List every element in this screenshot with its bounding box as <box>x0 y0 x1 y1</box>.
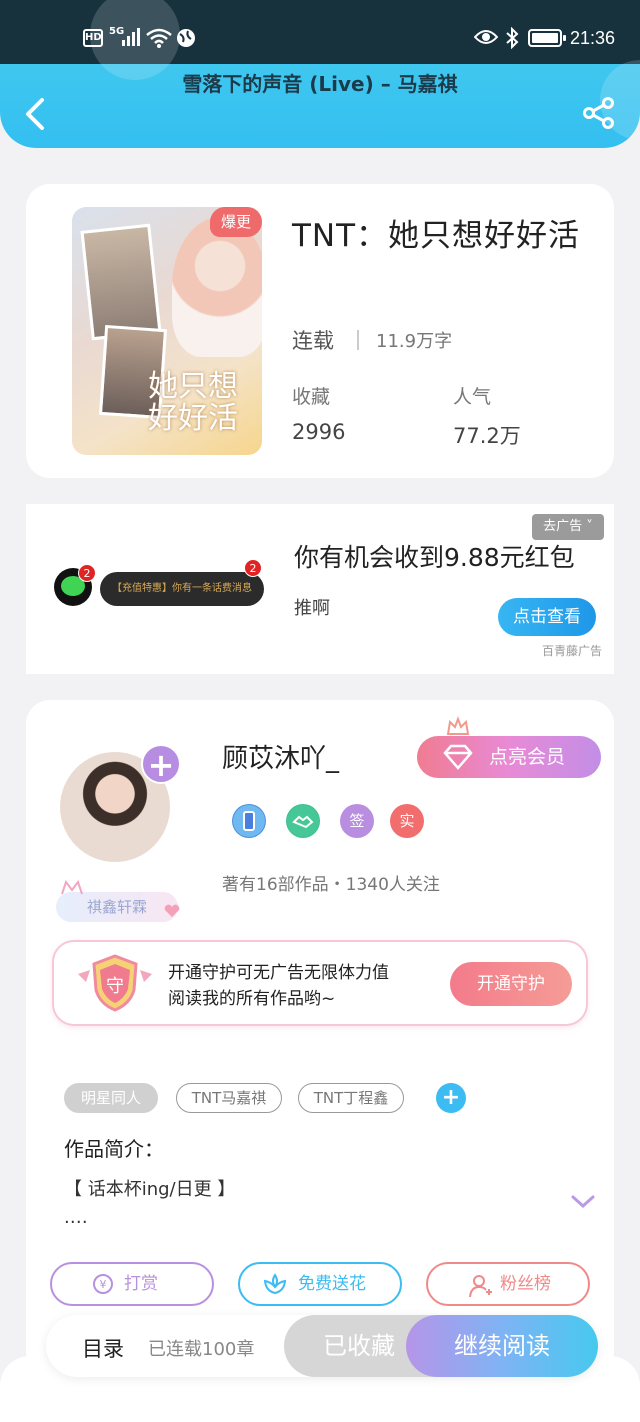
popularity-label: 人气 <box>453 386 492 408</box>
status-bar: HD 5G 21:36 <box>0 0 640 64</box>
svg-text:守: 守 <box>106 976 124 997</box>
continue-reading-button[interactable]: 继续阅读 <box>406 1315 598 1377</box>
notification-dot: 2 <box>244 559 262 577</box>
cat-ear-icon <box>61 880 83 895</box>
svg-text:¥: ¥ <box>100 1278 107 1291</box>
guard-line-1: 开通守护可无广告无限体力值 <box>168 963 389 983</box>
intro-text: 【 话本杯ing/日更 】 .… <box>64 1176 235 1232</box>
handshake-badge-icon[interactable] <box>286 804 320 838</box>
cover-title: 她只想好好活 <box>148 369 238 436</box>
fan-rank-button[interactable]: 粉丝榜 <box>426 1262 590 1306</box>
share-icon[interactable] <box>582 96 616 130</box>
heart-icon <box>164 904 180 917</box>
divider <box>357 330 359 350</box>
cover-illustration <box>172 217 262 357</box>
back-arrow-icon[interactable] <box>20 96 50 132</box>
book-title: TNT：她只想好好活 <box>292 218 581 254</box>
ad-banner[interactable]: 2 【充值特惠】你有一条话费消息 2 你有机会收到9.88元红包 推啊 点击查看… <box>26 504 614 674</box>
wifi-icon <box>146 28 172 48</box>
book-status: 连载 <box>292 329 334 353</box>
ad-brand: 推啊 <box>294 598 330 619</box>
ad-view-button[interactable]: 点击查看 <box>498 598 596 636</box>
battery-icon <box>528 29 566 47</box>
notification-dot: 2 <box>78 564 96 582</box>
author-stats: 著有16部作品・1340人关注 <box>222 875 440 895</box>
tag-chip[interactable]: 明星同人 <box>64 1083 158 1113</box>
popularity-value: 77.2万 <box>453 424 521 448</box>
hd-icon: HD <box>83 29 103 47</box>
send-flower-button[interactable]: 免费送花 <box>238 1262 402 1306</box>
cover-photo <box>80 223 162 341</box>
intro-line: .… <box>64 1207 88 1228</box>
diamond-icon <box>443 744 473 770</box>
intro-line: 【 话本杯ing/日更 】 <box>64 1179 236 1200</box>
status-time: 21:36 <box>570 28 616 48</box>
top-header: HD 5G 21:36 雪落下的声音 (Live) – 马嘉祺 <box>0 0 640 148</box>
remove-ad-button[interactable]: 去广告 ˅ <box>532 514 604 540</box>
word-count: 11.9万字 <box>376 331 453 352</box>
open-guard-button[interactable]: 开通守护 <box>450 962 572 1006</box>
update-badge: 爆更 <box>210 207 262 237</box>
sign-badge-icon[interactable]: 签 <box>340 804 374 838</box>
fan-group-badge[interactable]: 祺鑫轩霖 <box>56 892 178 922</box>
guard-line-2: 阅读我的所有作品哟~ <box>168 989 336 1009</box>
fan-rank-label: 粉丝榜 <box>500 1274 551 1294</box>
follow-plus-button[interactable]: + <box>141 744 181 784</box>
vip-label: 点亮会员 <box>489 746 566 768</box>
bottom-action-bar: 目录 已连载100章 已收藏 继续阅读 <box>46 1315 598 1377</box>
tip-label: 打赏 <box>124 1274 158 1294</box>
ad-source: 百青藤广告 <box>542 644 603 658</box>
send-flower-label: 免费送花 <box>298 1274 366 1294</box>
intro-heading: 作品简介： <box>64 1137 164 1161</box>
coin-icon: ¥ <box>93 1274 113 1294</box>
verified-badge-icon[interactable]: 实 <box>390 804 424 838</box>
favorites-label: 收藏 <box>292 386 331 408</box>
signal-icon <box>122 28 140 46</box>
flower-icon <box>263 1273 287 1295</box>
toc-button[interactable]: 目录 <box>82 1333 124 1363</box>
tag-chip[interactable]: TNT马嘉祺 <box>176 1083 282 1113</box>
author-name[interactable]: 顾苡沐吖_ <box>222 738 339 775</box>
ad-message-pill: 【充值特惠】你有一条话费消息 <box>100 572 264 606</box>
book-cover[interactable]: 她只想好好活 爆更 <box>72 207 262 455</box>
guard-shield-icon: 守 <box>78 954 152 1012</box>
chapter-count: 已连载100章 <box>148 1339 255 1360</box>
guard-description: 开通守护可无广告无限体力值 阅读我的所有作品哟~ <box>168 960 389 1012</box>
vip-button[interactable]: 点亮会员 <box>417 736 601 778</box>
expand-chevron-icon[interactable] <box>570 1194 596 1210</box>
globe-icon <box>177 29 195 47</box>
tag-chip[interactable]: TNT丁程鑫 <box>298 1083 404 1113</box>
crown-icon <box>446 716 470 735</box>
add-tag-button[interactable]: + <box>436 1083 466 1113</box>
bluetooth-icon <box>506 27 519 49</box>
tip-button[interactable]: ¥ 打赏 <box>50 1262 214 1306</box>
ad-heading: 你有机会收到9.88元红包 <box>294 543 575 572</box>
now-playing-title[interactable]: 雪落下的声音 (Live) – 马嘉祺 <box>0 68 640 97</box>
eye-icon <box>474 30 498 44</box>
guard-banner[interactable]: 守 开通守护可无广告无限体力值 阅读我的所有作品哟~ 开通守护 <box>52 940 588 1026</box>
phone-badge-icon[interactable] <box>232 804 266 838</box>
favorites-value: 2996 <box>292 420 346 444</box>
fan-rank-icon <box>469 1275 492 1298</box>
